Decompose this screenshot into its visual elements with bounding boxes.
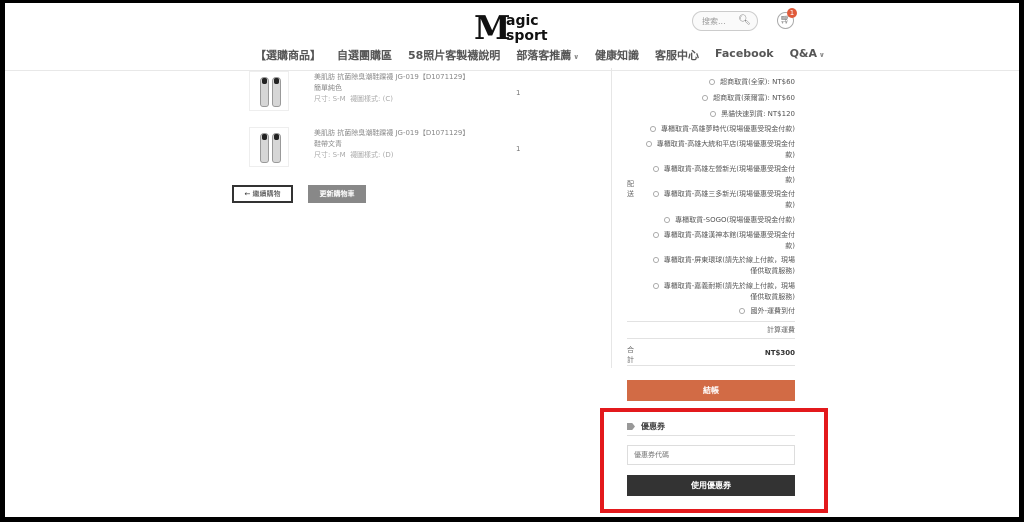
shipping-option[interactable]: 專櫃取貨-高雄左營新光(現場優惠受現金付 款) [652,164,795,186]
cart-count-badge: 1 [787,8,797,18]
nav-item-service[interactable]: 客服中心 [655,47,699,62]
nav-item-health[interactable]: 健康知識 [595,47,639,62]
cart-page: M agic sport 搜索... 🔍︎ 🛒︎ 1 【選購商品】 自選團購區 … [5,3,1019,517]
search-icon[interactable]: 🔍︎ [738,15,751,26]
radio-button[interactable] [664,217,671,223]
nav-item-facebook[interactable]: Facebook [715,47,774,61]
divider [627,338,795,339]
shoe-image [260,133,269,163]
nav-item-custom-socks[interactable]: 58照片客製襪說明 [408,47,500,62]
magic-sport-logo[interactable]: M agic sport [474,9,556,43]
shoe-image [260,77,269,107]
chevron-down-icon: ∨ [573,53,579,61]
radio-button[interactable] [652,257,659,263]
divider [627,435,795,436]
shipping-option[interactable]: 黑貓快速到貨: NT$120 [710,109,795,120]
radio-button[interactable] [652,232,659,238]
product-name[interactable]: 美肌肪 抗菌除臭潮鞋踝襪 JG-019【D1071129】 [314,72,469,83]
radio-button[interactable] [739,308,746,314]
product-attributes: 尺寸: S-M 襪圖樣式: (C) [314,95,394,103]
cart-item: 美肌肪 抗菌除臭潮鞋踝襪 JG-019【D1071129】 簡單純色 尺寸: S… [314,72,469,105]
chevron-down-icon: ∨ [819,51,825,59]
product-thumbnail[interactable] [249,71,289,111]
coupon-code-input[interactable] [627,445,795,465]
tag-icon [627,423,635,430]
product-name[interactable]: 美肌肪 抗菌除臭潮鞋踝襪 JG-019【D1071129】 [314,128,469,139]
shipping-option[interactable]: 專櫃取貨-高雄漢神本館(現場優惠受現金付 款) [652,230,795,252]
shipping-option[interactable]: 專櫃取貨-屏東環球(請先於線上付款，現場 僅供取貨服務) [652,255,795,277]
checkout-button[interactable]: 結帳 [627,380,795,401]
apply-coupon-button[interactable]: 使用優惠券 [627,475,795,496]
totals-divider [611,68,612,368]
radio-button[interactable] [652,191,659,197]
nav-item-bloggers[interactable]: 部落客推薦 ∨ [516,47,579,62]
header-divider [5,70,1019,71]
product-variant: 簡單純色 [314,84,342,92]
radio-button[interactable] [645,141,652,147]
product-variant: 鞋帶文青 [314,140,342,148]
divider [627,365,795,366]
shipping-option[interactable]: 專櫃取貨-嘉義耐斯(請先於線上付款，現場 僅供取貨服務) [652,281,795,303]
nav-item-qa[interactable]: Q&A ∨ [790,47,825,61]
shipping-option[interactable]: 國外-運費到付 [739,306,795,317]
shoe-image [272,133,281,163]
update-cart-button[interactable]: 更新購物車 [308,185,366,203]
shipping-option[interactable]: 專櫃取貨-SOGO(現場優惠受現金付款) [664,215,795,226]
logo-text-bottom: sport [506,28,548,43]
search-placeholder: 搜索... [702,17,726,26]
total-value: NT$300 [764,349,795,357]
nav-item-group-buy[interactable]: 自選團購區 [337,47,392,62]
radio-button[interactable] [709,79,716,85]
logo-text-top: agic [506,13,539,29]
product-thumbnail[interactable] [249,127,289,167]
total-label: 合計 [627,346,634,364]
radio-button[interactable] [702,95,709,101]
calculate-shipping-link[interactable]: 計算運費 [767,325,795,335]
shipping-option[interactable]: 專櫃取貨-高雄三多新光(現場優惠受現金付 款) [652,189,795,211]
radio-button[interactable] [652,283,659,289]
shipping-option[interactable]: 專櫃取貨-高雄夢時代(現場優惠受現金付款) [650,124,795,135]
continue-shopping-button[interactable]: ← 繼續購物 [232,185,293,203]
nav-item-products[interactable]: 【選購商品】 [255,47,321,62]
divider [627,321,795,322]
search-input[interactable]: 搜索... 🔍︎ [692,11,758,31]
shipping-option[interactable]: 超商取貨(萊爾富): NT$60 [702,93,795,104]
quantity-value[interactable]: 1 [516,145,520,153]
radio-button[interactable] [650,126,656,132]
quantity-value[interactable]: 1 [516,89,520,97]
product-attributes: 尺寸: S-M 襪圖樣式: (D) [314,151,394,159]
radio-button[interactable] [710,111,717,117]
coupon-heading: 優惠券 [627,421,665,432]
shipping-label: 配送 [627,180,634,198]
cart-item: 美肌肪 抗菌除臭潮鞋踝襪 JG-019【D1071129】 鞋帶文青 尺寸: S… [314,128,469,161]
shipping-option[interactable]: 專櫃取貨-高雄大統和平店(現場優惠受現金付 款) [645,139,795,161]
main-nav: 【選購商品】 自選團購區 58照片客製襪說明 部落客推薦 ∨ 健康知識 客服中心 … [255,47,825,62]
radio-button[interactable] [652,166,659,172]
shoe-image [272,77,281,107]
shipping-option[interactable]: 超商取貨(全家): NT$60 [709,77,795,88]
